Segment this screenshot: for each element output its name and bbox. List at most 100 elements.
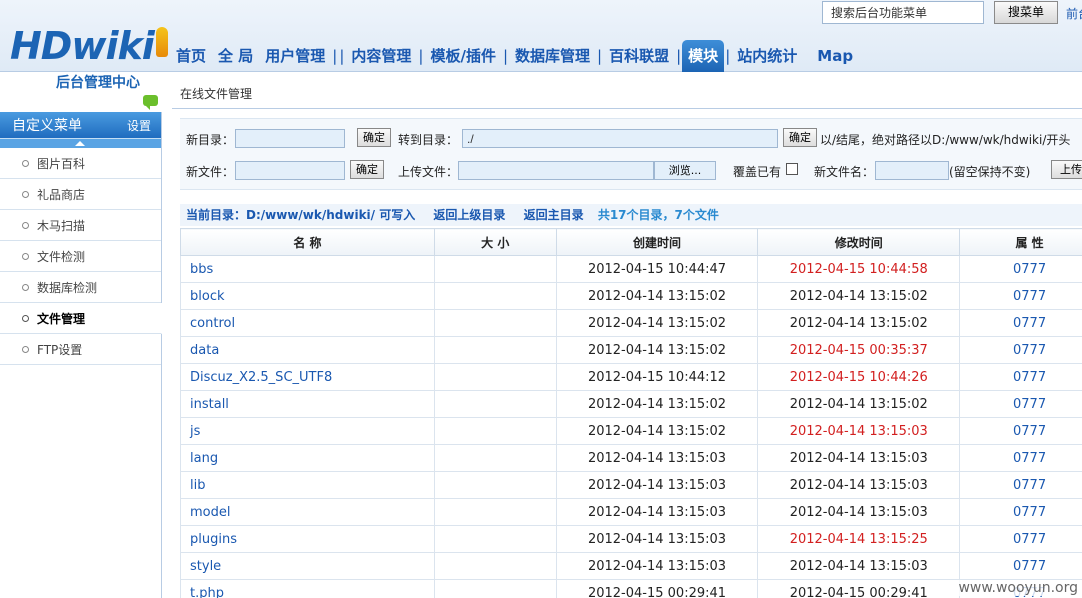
sidebar-item-1[interactable]: 礼品商店 [0,179,161,210]
nav-separator: | [418,47,424,65]
bullet-icon [22,159,29,167]
bullet-icon [22,190,29,198]
modified-time: 2012-04-14 13:15:03 [757,552,961,580]
file-name-link[interactable]: Discuz_X2.5_SC_UTF8 [180,363,435,391]
new-dir-label: 新目录： [186,133,235,147]
new-dir-confirm-button[interactable]: 确定 [357,128,391,147]
permission-link[interactable]: 0777 [959,309,1082,337]
sidebar-item-5[interactable]: 文件管理 [0,303,162,334]
permission-link[interactable]: 0777 [959,552,1082,580]
nav-item-3[interactable]: 内容管理 [345,40,417,72]
nav-item-5[interactable]: 数据库管理 [509,40,596,72]
new-file-input[interactable] [235,161,345,180]
upload-file-input[interactable] [458,161,654,180]
overwrite-checkbox[interactable] [786,163,798,175]
permission-link[interactable]: 0777 [959,417,1082,445]
permission-link[interactable]: 0777 [959,390,1082,418]
file-size [433,525,557,553]
table-row: block 2012-04-14 13:15:02 2012-04-14 13:15… [180,282,1082,310]
nav-item-7[interactable]: 模块 [682,40,725,72]
table-row: lang 2012-04-14 13:15:03 2012-04-14 13:15:… [180,444,1082,472]
file-name-link[interactable]: block [180,282,435,310]
table-row: bbs 2012-04-15 10:44:47 2012-04-15 10:44:5… [180,255,1082,283]
file-name-link[interactable]: model [180,498,435,526]
created-time: 2012-04-14 13:15:03 [555,525,759,553]
parent-dir-link[interactable]: 返回上级目录 [433,208,505,222]
nav-item-4[interactable]: 模板/插件 [424,40,501,72]
file-name-link[interactable]: plugins [180,525,435,553]
chat-bubble-icon[interactable] [143,95,158,110]
file-table-body: bbs 2012-04-15 10:44:47 2012-04-15 10:44:5… [180,255,1082,598]
new-file-confirm-button[interactable]: 确定 [350,160,384,179]
created-time: 2012-04-15 00:29:41 [555,579,759,598]
file-size [433,309,557,337]
table-row: js 2012-04-14 13:15:02 2012-04-14 13:15:03… [180,417,1082,445]
upload-file-label: 上传文件： [398,165,459,179]
nav-item-0[interactable]: 首页 [170,40,212,72]
modified-time: 2012-04-14 13:15:03 [757,471,961,499]
permission-link[interactable]: 0777 [959,282,1082,310]
table-row: lib 2012-04-14 13:15:03 2012-04-14 13:15:0… [180,471,1082,499]
goto-hint: 以/结尾，绝对路径以D:/www/wk/hdwiki/开头 [820,133,1071,147]
permission-link[interactable]: 0777 [959,525,1082,553]
permission-link[interactable]: 0777 [959,444,1082,472]
modified-time: 2012-04-15 00:35:37 [757,336,961,364]
permission-link[interactable]: 0777 [959,471,1082,499]
modified-time: 2012-04-15 00:29:41 [757,579,961,598]
nav-item-6[interactable]: 百科联盟 [603,40,675,72]
new-dir-input[interactable] [235,129,345,148]
new-filename-input[interactable] [875,161,949,180]
top-banner: HDwiki 搜菜单 前台 首页全 局用户管理||内容管理|模板/插件|数据库管… [0,0,1082,72]
upload-button[interactable]: 上传 [1051,160,1082,179]
table-row: model 2012-04-14 13:15:03 2012-04-14 13:15… [180,498,1082,526]
nav-item-1[interactable]: 全 局 [212,40,259,72]
sidebar-item-label: 图片百科 [37,156,86,171]
custom-menu-title: 自定义菜单 [12,118,82,134]
bullet-icon [22,221,29,229]
column-header: 大 小 [433,228,557,256]
sidebar-item-0[interactable]: 图片百科 [0,148,161,179]
sidebar-item-6[interactable]: FTP设置 [0,334,161,365]
nav-item-8[interactable]: 站内统计 [731,40,803,72]
file-size [433,336,557,364]
home-dir-link[interactable]: 返回主目录 [524,208,584,222]
file-ops-form: 新目录： 确定 转到目录： 确定 以/结尾，绝对路径以D:/www/wk/hdw… [180,118,1082,190]
nav-item-9[interactable]: Map [811,40,859,72]
bullet-icon [22,314,29,322]
lightbulb-icon [155,27,168,57]
file-name-link[interactable]: style [180,552,435,580]
file-name-link[interactable]: js [180,417,435,445]
table-row: install 2012-04-14 13:15:02 2012-04-14 13:… [180,390,1082,418]
front-page-link[interactable]: 前台 [1066,5,1082,22]
current-directory: 当前目录：D:/www/wk/hdwiki/ 可写入 [186,208,416,222]
permission-link[interactable]: 0777 [959,336,1082,364]
file-name-link[interactable]: control [180,309,435,337]
modified-time: 2012-04-14 13:15:02 [757,390,961,418]
permission-link[interactable]: 0777 [959,498,1082,526]
logo-text: HDwiki [10,24,155,68]
new-filename-label: 新文件名： [814,165,875,179]
sidebar-item-2[interactable]: 木马扫描 [0,210,161,241]
table-row: style 2012-04-14 13:15:03 2012-04-14 13:15… [180,552,1082,580]
nav-item-2[interactable]: 用户管理 [259,40,331,72]
sidebar-settings-link[interactable]: 设置 [127,117,151,134]
file-name-link[interactable]: install [180,390,435,418]
goto-dir-input[interactable] [462,129,778,148]
file-name-link[interactable]: bbs [180,255,435,283]
sidebar-item-4[interactable]: 数据库检测 [0,272,161,303]
menu-search-input[interactable] [822,1,984,24]
sidebar-item-3[interactable]: 文件检测 [0,241,161,272]
file-name-link[interactable]: lib [180,471,435,499]
column-header: 名 称 [180,228,435,256]
permission-link[interactable]: 0777 [959,363,1082,391]
file-name-link[interactable]: lang [180,444,435,472]
browse-button[interactable]: 浏览... [654,161,716,180]
permission-link[interactable]: 0777 [959,255,1082,283]
new-filename-hint: (留空保持不变) [949,165,1031,179]
goto-confirm-button[interactable]: 确定 [783,128,817,147]
hdwiki-logo[interactable]: HDwiki [10,24,168,68]
file-name-link[interactable]: t.php [180,579,435,598]
file-name-link[interactable]: data [180,336,435,364]
search-menu-button[interactable]: 搜菜单 [994,1,1058,24]
collapse-toggle[interactable] [0,138,161,148]
